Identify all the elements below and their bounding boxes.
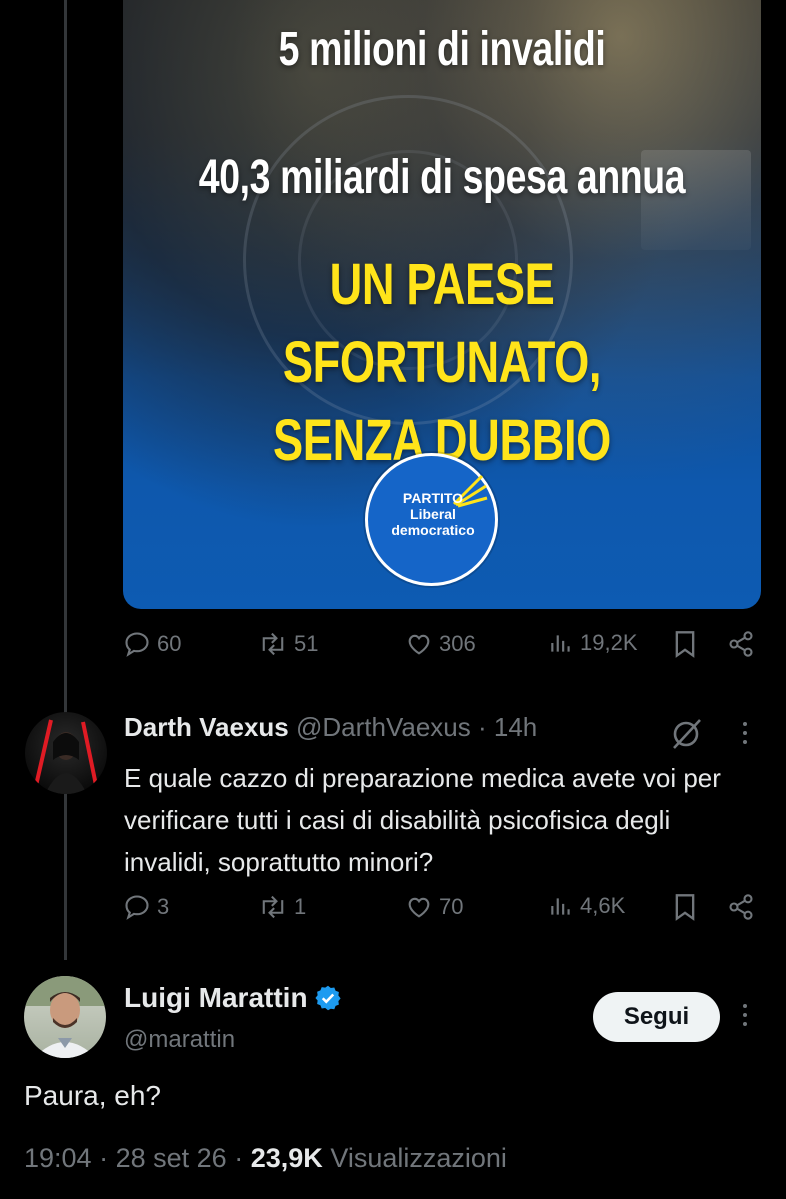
reply-author-handle[interactable]: @DarthVaexus: [296, 712, 471, 742]
main-author-avatar[interactable]: [24, 976, 106, 1058]
like-button[interactable]: 306: [405, 630, 476, 658]
thread-connector-line: [64, 0, 67, 960]
reply-reply-count: 3: [157, 894, 170, 919]
follow-button[interactable]: Segui: [593, 992, 720, 1042]
reply-header: Darth Vaexus @DarthVaexus · 14h: [124, 712, 537, 743]
reply-share-button[interactable]: [727, 893, 755, 921]
reply-more-options-icon[interactable]: [742, 722, 748, 749]
reply-views-count: 4,6K: [580, 893, 626, 918]
tweet-metadata: 19:04 · 28 set 26 · 23,9K Visualizzazion…: [24, 1143, 507, 1174]
tweet-date[interactable]: 28 set 26: [116, 1143, 227, 1173]
meta-separator-1: ·: [99, 1143, 109, 1173]
share-button[interactable]: [727, 630, 755, 658]
main-tweet-text: Paura, eh?: [24, 1080, 161, 1111]
logo-text-1: PARTITO: [402, 490, 464, 506]
views-chart-icon: [551, 898, 570, 915]
reply-button[interactable]: 60: [123, 630, 181, 658]
verified-badge-icon: [314, 985, 341, 1011]
tweet-views-count: 23,9K: [250, 1143, 323, 1173]
party-logo: PARTITO Liberal democratico: [365, 453, 498, 586]
grok-icon[interactable]: [668, 716, 704, 752]
like-count: 306: [439, 631, 476, 656]
media-headline-2: 40,3 miliardi di spesa annua: [198, 151, 686, 204]
tweet-media-image[interactable]: 5 milioni di invalidi 40,3 miliardi di s…: [123, 0, 761, 609]
bookmark-icon: [675, 631, 695, 658]
logo-text-2: Liberal: [410, 506, 456, 522]
reply-bookmark-button[interactable]: [673, 893, 697, 921]
tweet-thread-page: 5 milioni di invalidi 40,3 miliardi di s…: [0, 0, 786, 1199]
logo-text: PARTITO Liberal democratico: [378, 490, 488, 538]
retweet-count: 51: [294, 631, 319, 656]
reply-avatar[interactable]: [25, 712, 107, 794]
retweet-icon: [262, 632, 284, 656]
reply-views-button[interactable]: 4,6K: [548, 893, 625, 919]
sith-avatar-icon: [33, 719, 99, 794]
views-count: 19,2K: [580, 630, 638, 655]
meta-separator-2: ·: [234, 1143, 244, 1173]
reply-count: 60: [157, 631, 182, 656]
reply-separator: ·: [477, 712, 487, 742]
views-chart-icon: [551, 635, 570, 652]
tweet-views-label: Visualizzazioni: [330, 1143, 507, 1173]
share-icon: [729, 894, 753, 920]
tweet-time[interactable]: 19:04: [24, 1143, 92, 1173]
bookmark-button[interactable]: [673, 630, 697, 658]
heart-icon: [408, 634, 430, 655]
main-author-handle[interactable]: @marattin: [124, 1026, 235, 1054]
bookmark-icon: [675, 894, 695, 921]
reply-like-count: 70: [439, 894, 464, 919]
reply-actions: 3 1 70 4,6K: [123, 893, 763, 933]
media-headline-3: UN PAESE SFORTUNATO, SENZA DUBBIO: [193, 246, 691, 480]
reply-reply-button[interactable]: 3: [123, 893, 169, 921]
media-headline-3a: UN PAESE SFORTUNATO,: [282, 252, 602, 395]
main-more-options-icon[interactable]: [742, 1004, 748, 1031]
reply-icon: [125, 895, 149, 920]
reply-retweet-count: 1: [294, 894, 307, 919]
views-button[interactable]: 19,2K: [548, 630, 638, 656]
share-icon: [729, 631, 753, 657]
retweet-button[interactable]: 51: [258, 630, 318, 658]
quoted-tweet-actions: 60 51 306 19,2K: [123, 630, 763, 670]
media-headline-1: 5 milioni di invalidi: [278, 23, 606, 76]
person-avatar-icon: [24, 976, 106, 1058]
reply-icon: [125, 632, 149, 657]
logo-text-3: democratico: [391, 522, 475, 538]
heart-icon: [408, 897, 430, 918]
reply-text: E quale cazzo di preparazione medica ave…: [124, 763, 721, 877]
main-author-name[interactable]: Luigi Marattin: [124, 982, 308, 1014]
reply-retweet-button[interactable]: 1: [258, 893, 306, 921]
reply-author-name[interactable]: Darth Vaexus: [124, 712, 289, 742]
reply-time[interactable]: 14h: [494, 712, 537, 742]
retweet-icon: [262, 895, 284, 919]
reply-like-button[interactable]: 70: [405, 893, 463, 921]
main-author-row: Luigi Marattin: [124, 982, 342, 1014]
